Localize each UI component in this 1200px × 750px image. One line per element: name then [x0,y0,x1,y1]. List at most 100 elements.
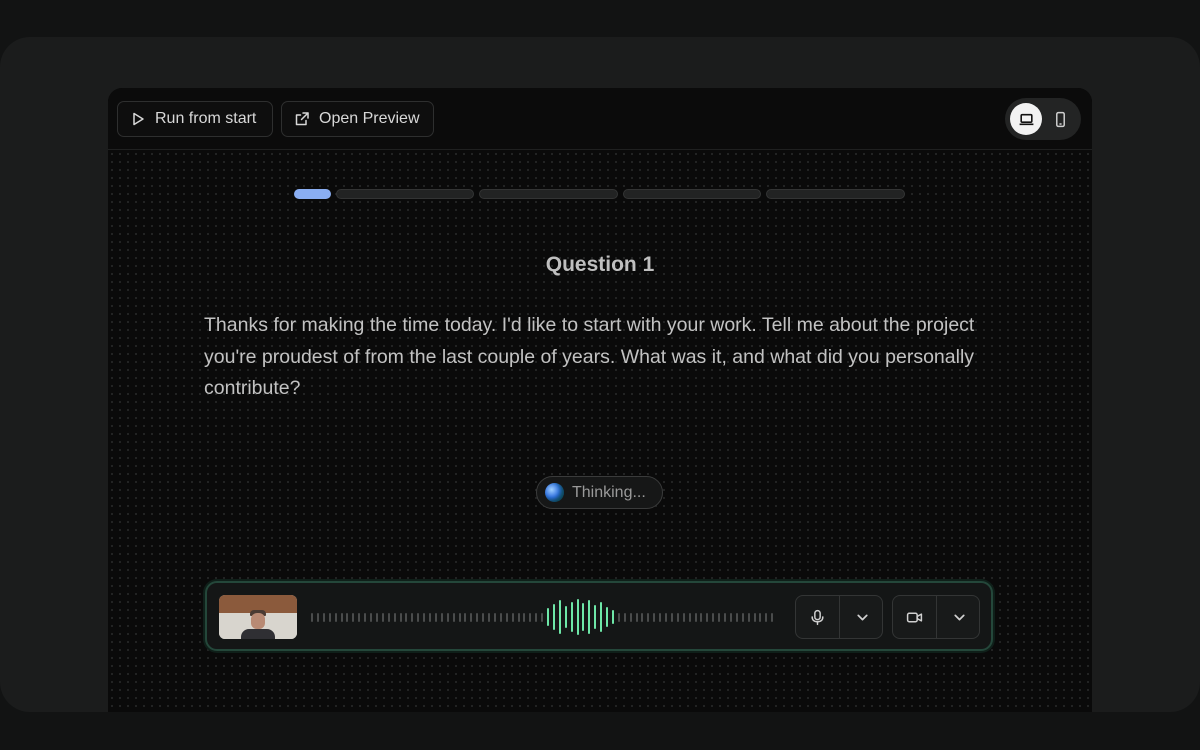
open-preview-label: Open Preview [319,110,420,127]
waveform-bar [316,612,319,622]
waveform-bar [399,612,402,622]
waveform-bar [322,612,325,622]
waveform-bar [641,612,644,622]
waveform-bar [405,612,408,622]
waveform-bar [364,612,367,622]
run-from-start-button[interactable]: Run from start [117,101,273,137]
camera-options-button[interactable] [937,596,981,638]
waveform-bar [694,612,697,622]
microphone-options-button[interactable] [840,596,884,638]
device-toggle [1005,98,1081,140]
waveform-bar [753,612,756,622]
waveform-bar [682,612,685,622]
waveform-bar [747,612,750,622]
waveform-bar [623,612,626,622]
chevron-down-icon [856,614,868,620]
waveform-bar [440,612,443,622]
waveform-bar [393,612,396,622]
waveform-bar [606,607,608,627]
waveform-bar [729,612,732,622]
waveform-bar [328,612,331,622]
waveform-bar [488,612,490,622]
play-icon [133,112,144,126]
laptop-view-button[interactable] [1010,103,1042,135]
waveform-bar [429,612,431,622]
waveform-bar [594,605,597,629]
waveform-bar [375,612,378,622]
preview-frame: Run from start Open Preview Question 1 T… [108,88,1092,712]
waveform-bar [493,612,496,622]
progress-step-3 [479,189,618,199]
waveform-bar [499,612,502,622]
microphone-toggle-button[interactable] [796,596,840,638]
waveform-bar [334,612,337,622]
external-link-icon [295,112,309,126]
waveform-bar [446,612,449,622]
waveform-bar [765,612,768,622]
open-preview-button[interactable]: Open Preview [281,101,434,137]
media-dock [205,581,993,651]
waveform-bar [523,612,526,622]
waveform-bar [381,612,384,622]
waveform-bar [582,603,585,631]
waveform-bar [340,612,343,622]
progress-step-1 [294,189,331,199]
run-from-start-label: Run from start [155,110,257,127]
microphone-control [795,595,883,639]
waveform-bar [352,612,355,622]
chevron-down-icon [953,614,965,620]
camera-preview [219,595,297,639]
waveform-bar [771,612,774,622]
waveform-bar [541,612,544,622]
thinking-indicator: Thinking... [536,476,663,509]
waveform-bar [688,612,691,622]
toolbar: Run from start Open Preview [108,88,1092,150]
waveform-bar [517,612,520,622]
waveform-bar [570,602,573,632]
waveform-bar [476,612,479,622]
waveform-bar [706,612,709,622]
waveform-bar [535,612,538,622]
waveform-bar [564,606,567,628]
waveform-bar [311,612,313,622]
question-title: Question 1 [545,253,655,276]
camera-toggle-button[interactable] [893,596,937,638]
phone-view-button[interactable] [1044,103,1076,135]
progress-step-5 [766,189,905,199]
progress-step-2 [336,189,474,199]
laptop-icon [1019,113,1033,125]
waveform-bar [558,600,561,634]
waveform-bar [470,612,473,622]
waveform-bar [647,612,650,622]
waveform-bar [358,612,361,622]
microphone-icon [811,609,824,625]
waveform-bar [464,612,467,622]
waveform-bar [482,612,485,622]
waveform-bar [659,612,662,622]
waveform-bar [370,612,372,622]
phone-icon [1055,111,1065,127]
waveform-bar [547,608,549,626]
waveform-bar [611,610,614,624]
waveform-bar [423,612,426,622]
waveform-bar [417,612,420,622]
waveform-bar [700,612,703,622]
waveform-bar [505,612,508,622]
waveform-bar [529,612,532,622]
waveform-bar [600,602,603,632]
waveform-bar [588,600,591,634]
waveform-bar [735,612,738,622]
waveform-bar [511,612,514,622]
thinking-label: Thinking... [572,483,646,501]
waveform-bar [411,612,414,622]
waveform-bar [346,612,349,622]
waveform-bar [434,612,437,622]
progress-step-4 [623,189,761,199]
interview-stage: Question 1 Thanks for making the time to… [108,150,1092,712]
audio-waveform [311,597,781,637]
waveform-bar [617,612,620,622]
waveform-bar [676,612,679,622]
waveform-bar [712,612,715,622]
waveform-bar [741,612,744,622]
waveform-bar [635,612,638,622]
